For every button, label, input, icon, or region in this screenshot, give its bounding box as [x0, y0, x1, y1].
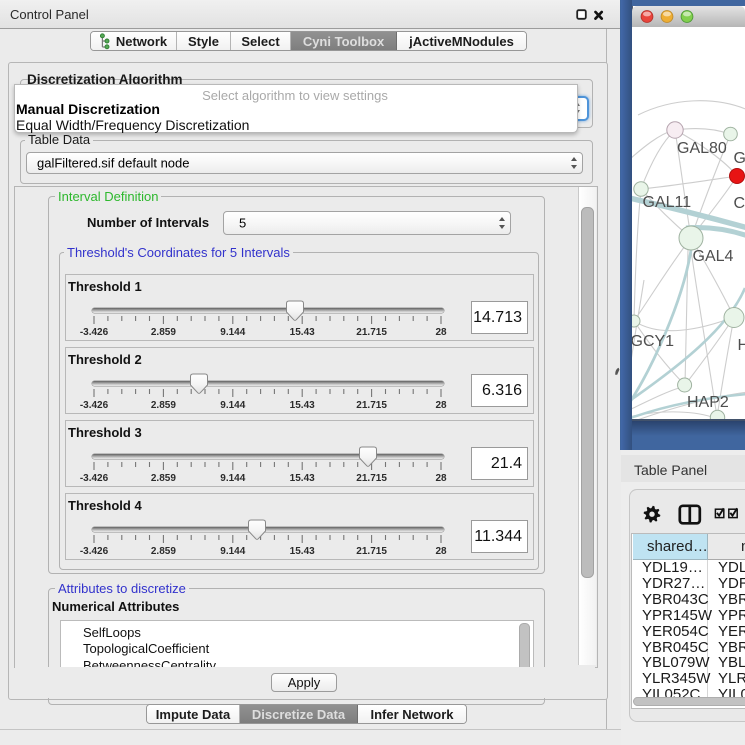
svg-text:2.859: 2.859	[151, 400, 176, 411]
svg-text:2.859: 2.859	[151, 546, 176, 557]
svg-text:9.144: 9.144	[220, 327, 245, 338]
svg-text:2.859: 2.859	[151, 473, 176, 484]
svg-text:9.144: 9.144	[220, 546, 245, 557]
svg-text:9.144: 9.144	[220, 473, 245, 484]
svg-text:-3.426: -3.426	[80, 327, 109, 338]
svg-text:GAL4: GAL4	[693, 248, 734, 265]
svg-text:GAL80: GAL80	[677, 140, 727, 157]
svg-text:21.715: 21.715	[356, 327, 387, 338]
svg-text:28: 28	[435, 473, 447, 484]
svg-text:15.43: 15.43	[290, 473, 315, 484]
svg-text:CY: CY	[734, 195, 745, 212]
svg-text:15.43: 15.43	[290, 400, 315, 411]
svg-text:15.43: 15.43	[290, 546, 315, 557]
svg-text:28: 28	[435, 546, 447, 557]
svg-text:-3.426: -3.426	[80, 473, 109, 484]
svg-text:21.715: 21.715	[356, 473, 387, 484]
svg-text:28: 28	[435, 400, 447, 411]
svg-text:-3.426: -3.426	[80, 400, 109, 411]
svg-text:HAP2: HAP2	[687, 394, 729, 411]
svg-text:9.144: 9.144	[220, 400, 245, 411]
svg-text:-3.426: -3.426	[80, 546, 109, 557]
svg-text:GAL11: GAL11	[643, 194, 692, 211]
svg-text:GA: GA	[734, 150, 745, 167]
svg-text:28: 28	[435, 327, 447, 338]
svg-text:2.859: 2.859	[151, 327, 176, 338]
svg-text:GCY1: GCY1	[632, 333, 674, 350]
svg-text:21.715: 21.715	[356, 400, 387, 411]
svg-text:15.43: 15.43	[290, 327, 315, 338]
svg-text:H: H	[738, 337, 745, 354]
svg-text:21.715: 21.715	[356, 546, 387, 557]
